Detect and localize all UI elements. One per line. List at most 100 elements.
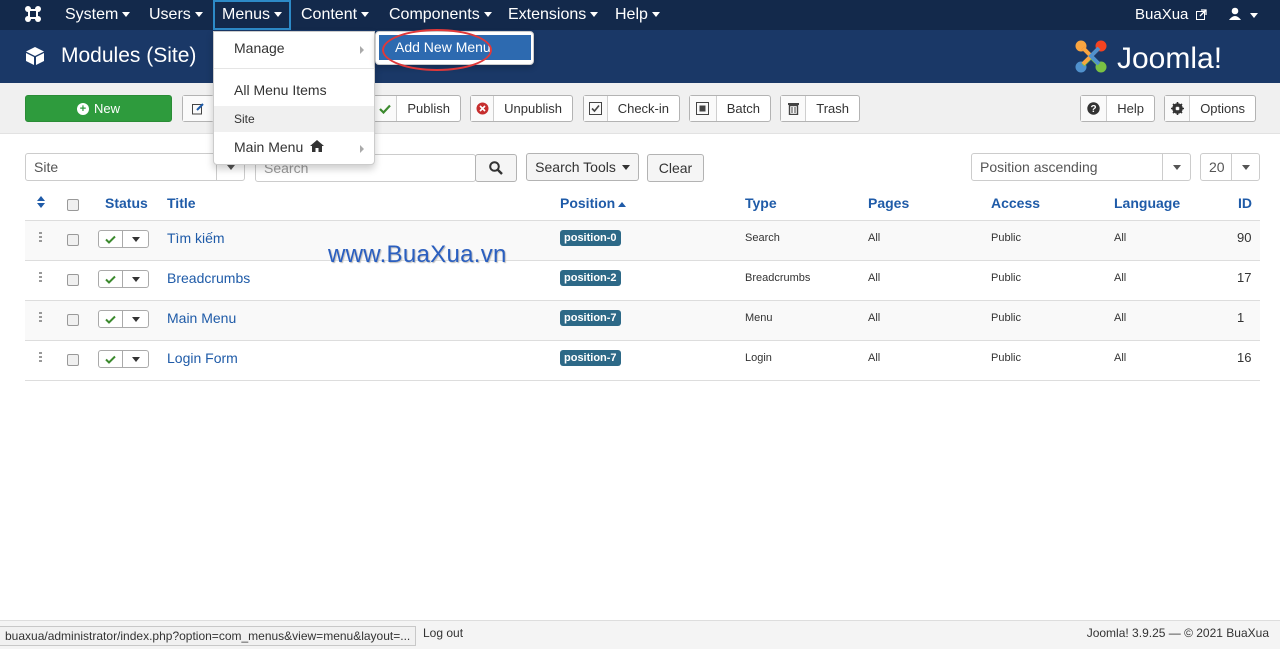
chevron-down-icon xyxy=(1231,154,1259,180)
page-header: Modules (Site) Joomla! xyxy=(0,30,1280,83)
module-access: Public xyxy=(991,232,1021,244)
module-title-link[interactable]: Login Form xyxy=(167,350,238,366)
chevron-down-icon xyxy=(590,12,599,18)
browser-status-url: buaxua/administrator/index.php?option=co… xyxy=(0,626,417,646)
module-id: 17 xyxy=(1237,270,1252,285)
module-pages: All xyxy=(868,232,881,244)
batch-button[interactable]: Batch xyxy=(689,95,771,122)
site-link[interactable]: BuaXua xyxy=(1135,0,1207,30)
row-checkbox[interactable] xyxy=(67,314,79,326)
nav-help[interactable]: Help xyxy=(615,0,660,30)
options-button[interactable]: Options xyxy=(1164,95,1256,122)
checkin-label: Check-in xyxy=(617,101,669,116)
column-access[interactable]: Access xyxy=(991,195,1040,211)
module-language: All xyxy=(1114,312,1127,324)
module-type: Search xyxy=(745,232,780,244)
drag-handle[interactable] xyxy=(39,312,42,323)
cube-icon xyxy=(26,47,44,65)
home-icon xyxy=(310,140,325,152)
table-row: Main Menu position-7 Menu All Public All… xyxy=(25,301,1260,341)
chevron-down-icon xyxy=(123,311,148,327)
module-access: Public xyxy=(991,272,1021,284)
column-status[interactable]: Status xyxy=(105,195,148,211)
edit-icon xyxy=(183,96,213,121)
sort-icon[interactable] xyxy=(37,196,45,208)
nav-users[interactable]: Users xyxy=(149,0,203,30)
divider xyxy=(214,68,374,69)
status-toggle[interactable] xyxy=(98,310,149,328)
edit-button[interactable] xyxy=(182,95,214,122)
drag-handle[interactable] xyxy=(39,272,42,283)
module-id: 16 xyxy=(1237,350,1252,365)
watermark-text: www.BuaXua.vn xyxy=(328,241,507,268)
select-all-checkbox[interactable] xyxy=(67,199,79,211)
module-title-link[interactable]: Tìm kiếm xyxy=(167,230,225,246)
nav-system[interactable]: System xyxy=(65,0,131,30)
menu-item-all-items[interactable]: All Menu Items xyxy=(214,82,374,98)
trash-button[interactable]: Trash xyxy=(780,95,860,122)
menu-item-main-menu-label: Main Menu xyxy=(234,139,304,155)
table-row: Login Form position-7 Login All Public A… xyxy=(25,341,1260,381)
toolbar: + New Publish Unpublish Check-in Batch Tr… xyxy=(0,83,1280,134)
row-checkbox[interactable] xyxy=(67,234,79,246)
client-select[interactable]: Site xyxy=(25,153,245,181)
row-checkbox[interactable] xyxy=(67,274,79,286)
nav-content-label: Content xyxy=(301,6,358,23)
limit-select[interactable]: 20 xyxy=(1200,153,1260,181)
status-toggle[interactable] xyxy=(98,270,149,288)
module-type: Login xyxy=(745,352,772,364)
table-row: Breadcrumbs position-2 Breadcrumbs All P… xyxy=(25,261,1260,301)
module-language: All xyxy=(1114,272,1127,284)
menu-item-main-menu[interactable]: Main Menu xyxy=(214,139,374,155)
checkin-button[interactable]: Check-in xyxy=(583,95,680,122)
position-badge: position-2 xyxy=(560,270,621,286)
search-button[interactable] xyxy=(475,154,517,182)
column-type[interactable]: Type xyxy=(745,195,777,211)
column-title[interactable]: Title xyxy=(167,195,196,211)
checkbox-checked-icon xyxy=(584,96,608,121)
options-label: Options xyxy=(1200,101,1245,116)
nav-menus[interactable]: Menus xyxy=(213,0,292,30)
nav-components[interactable]: Components xyxy=(389,0,492,30)
column-pages[interactable]: Pages xyxy=(868,195,909,211)
copyright-text: Joomla! 3.9.25 — © 2021 BuaXua xyxy=(1086,626,1269,640)
clear-button[interactable]: Clear xyxy=(647,154,704,182)
chevron-down-icon xyxy=(123,231,148,247)
module-title-link[interactable]: Breadcrumbs xyxy=(167,270,250,286)
joomla-logo-icon[interactable] xyxy=(24,5,42,23)
module-type: Menu xyxy=(745,312,773,324)
nav-extensions[interactable]: Extensions xyxy=(508,0,599,30)
module-title-link[interactable]: Main Menu xyxy=(167,310,236,326)
help-button[interactable]: ? Help xyxy=(1080,95,1155,122)
unpublish-button[interactable]: Unpublish xyxy=(470,95,573,122)
drag-handle[interactable] xyxy=(39,232,42,243)
svg-text:?: ? xyxy=(1091,104,1097,115)
publish-button[interactable]: Publish xyxy=(373,95,461,122)
new-button[interactable]: + New xyxy=(25,95,172,122)
column-id[interactable]: ID xyxy=(1238,195,1252,211)
module-type: Breadcrumbs xyxy=(745,272,811,284)
chevron-down-icon xyxy=(361,12,370,18)
external-link-icon xyxy=(1195,9,1207,20)
column-position[interactable]: Position xyxy=(560,195,627,211)
nav-menus-label: Menus xyxy=(222,6,271,23)
chevron-down-icon xyxy=(123,271,148,287)
check-icon xyxy=(374,96,398,121)
menu-item-manage[interactable]: Manage xyxy=(214,40,374,56)
ordering-select[interactable]: Position ascending xyxy=(971,153,1191,181)
help-label: Help xyxy=(1117,101,1144,116)
user-menu[interactable] xyxy=(1228,0,1258,30)
position-badge: position-0 xyxy=(560,230,621,246)
menu-item-site[interactable]: Site xyxy=(214,106,374,132)
search-tools-button[interactable]: Search Tools xyxy=(526,153,639,181)
user-icon xyxy=(1229,7,1241,20)
nav-extensions-label: Extensions xyxy=(508,6,587,23)
row-checkbox[interactable] xyxy=(67,354,79,366)
column-language[interactable]: Language xyxy=(1114,195,1180,211)
chevron-down-icon xyxy=(1162,154,1190,180)
status-toggle[interactable] xyxy=(98,350,149,368)
status-toggle[interactable] xyxy=(98,230,149,248)
drag-handle[interactable] xyxy=(39,352,42,363)
logout-link[interactable]: Log out xyxy=(423,626,463,640)
nav-content[interactable]: Content xyxy=(301,0,370,30)
